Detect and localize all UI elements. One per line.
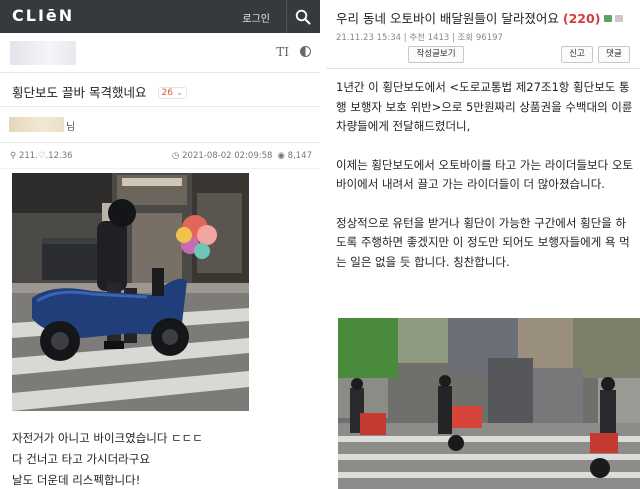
body-paragraph: 1년간 이 횡단보도에서 <도로교통법 제27조1항 횡단보도 통행 보행자 보… <box>336 80 633 133</box>
post-title-row: 횡단보도 끌바 목격했네요 26 ⌄ <box>0 73 320 107</box>
body-line: 날도 더운데 리스펙합니다! <box>12 473 141 487</box>
post-photo-scooter <box>12 173 249 411</box>
post-author-row: 님 <box>0 107 320 143</box>
user-badge-icon <box>615 15 624 22</box>
left-post-panel: CLIēN 로그인 TI 횡단보도 끌바 목격했네요 26 ⌄ 님 ⚲ 211.… <box>0 0 320 489</box>
comment-count[interactable]: (220) <box>563 11 601 26</box>
comment-count-badge[interactable]: 26 ⌄ <box>157 87 188 99</box>
badge-icons <box>604 15 624 25</box>
right-post-panel: 우리 동네 오토바이 배달원들이 달라졌어요 (220) 21.11.23 15… <box>326 0 640 489</box>
post-title: 횡단보도 끌바 목격했네요 <box>12 85 147 100</box>
ip-address: ⚲ 211.♡.12.36 <box>10 151 73 161</box>
chevron-down-icon: ⌄ <box>175 88 184 98</box>
post-meta: 21.11.23 15:34 | 추천 1413 | 조회 96197 <box>336 33 503 43</box>
post-body: 1년간 이 횡단보도에서 <도로교통법 제27조1항 횡단보도 통행 보행자 보… <box>336 78 634 291</box>
blurred-username <box>9 117 64 132</box>
body-line: 다 건너고 타고 가시더라구요 <box>12 452 150 466</box>
reply-button[interactable]: 댓글 <box>598 46 630 63</box>
header-divider <box>286 0 287 33</box>
board-info-row: TI <box>0 33 320 73</box>
clock-icon: ◷ <box>172 151 180 161</box>
font-size-icon[interactable]: TI <box>276 45 289 59</box>
body-paragraph: 이제는 횡단보도에서 오토바이를 타고 가는 라이더들보다 오토바이에서 내려서… <box>336 157 634 192</box>
search-icon[interactable] <box>295 9 311 25</box>
login-link[interactable]: 로그인 <box>242 10 270 25</box>
blurred-board-name <box>10 41 76 65</box>
post-photo-crosswalk <box>338 318 640 489</box>
site-logo[interactable]: CLIēN <box>12 6 74 25</box>
post-body: 자전거가 아니고 바이크였습니다 ㄷㄷㄷ 다 건너고 타고 가시더라구요 날도 … <box>12 428 203 489</box>
author-posts-button[interactable]: 작성글보기 <box>408 46 464 63</box>
dark-mode-icon[interactable] <box>300 46 311 57</box>
site-header: CLIēN 로그인 <box>0 0 320 33</box>
view-count: ◉ 8,147 <box>277 151 312 161</box>
divider <box>326 68 640 69</box>
username-suffix: 님 <box>66 122 76 133</box>
post-title: 우리 동네 오토바이 배달원들이 달라졌어요 <box>336 11 559 26</box>
location-pin-icon: ⚲ <box>10 151 17 161</box>
body-paragraph: 정상적으로 유턴을 받거나 횡단이 가능한 구간에서 횡단을 하도록 주행하면 … <box>336 215 630 269</box>
image-icon <box>604 15 613 22</box>
post-datetime: ◷ 2021-08-02 02:09:58 <box>172 151 273 161</box>
report-button[interactable]: 신고 <box>561 46 593 63</box>
post-meta-row: ⚲ 211.♡.12.36 ◷ 2021-08-02 02:09:58 ◉ 8,… <box>0 143 320 169</box>
eye-icon: ◉ <box>277 151 285 161</box>
body-line: 자전거가 아니고 바이크였습니다 ㄷㄷㄷ <box>12 431 203 445</box>
post-title-row: 우리 동네 오토바이 배달원들이 달라졌어요 (220) <box>336 8 624 27</box>
